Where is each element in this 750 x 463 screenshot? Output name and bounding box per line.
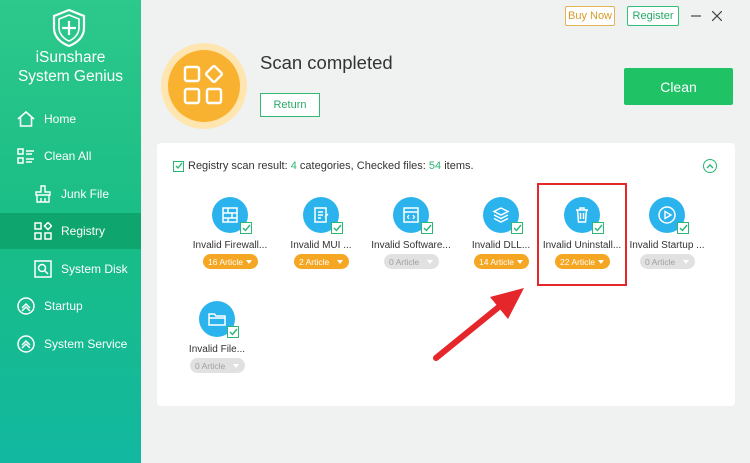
category-checkbox[interactable] [677,222,689,234]
sidebar-item-registry[interactable]: Registry [0,213,141,249]
sidebar-item-label: Startup [44,299,83,313]
files-count: 54 [428,160,442,172]
article-count-dropdown[interactable]: 0 Article [640,254,695,269]
sidebar-item-home[interactable]: Home [0,101,141,137]
dropdown-arrow-icon [427,260,433,264]
sidebar-item-system-service[interactable]: System Service [0,326,141,362]
return-button[interactable]: Return [260,93,320,117]
article-count: 0 Article [195,360,226,371]
category-checkbox[interactable] [421,222,433,234]
category-name: Invalid MUI ... [290,240,352,251]
junk-file-icon [33,184,53,204]
article-count-dropdown[interactable]: 2 Article [294,254,349,269]
category-checkbox[interactable] [240,222,252,234]
register-button[interactable]: Register [627,6,679,26]
sidebar-item-junk-file[interactable]: Junk File [0,176,141,212]
dropdown-arrow-icon [517,260,523,264]
article-count-dropdown[interactable]: 0 Article [190,358,245,373]
sidebar-item-label: Home [44,112,77,126]
sidebar-item-label: System Service [44,337,128,351]
category-checkbox[interactable] [331,222,343,234]
category-name: Invalid Software... [371,240,451,251]
minimize-icon[interactable] [687,6,705,26]
article-count: 0 Article [645,256,676,267]
system-disk-icon [33,259,53,279]
clean-all-icon [16,146,36,166]
category-checkbox[interactable] [511,222,523,234]
category-invalid-startup[interactable]: Invalid Startup ... 0 Article [622,197,712,277]
registry-icon [33,221,53,241]
category-invalid-dll[interactable]: Invalid DLL... 14 Article [456,197,546,277]
sidebar-item-system-disk[interactable]: System Disk [0,251,141,287]
dropdown-arrow-icon [233,364,239,368]
categories-count: 4 [290,160,297,172]
scan-status-icon [168,50,240,122]
registry-grid-icon [183,64,224,105]
app-logo-shield-icon [52,8,86,48]
annotation-highlight-box [537,183,627,286]
select-all-checkbox[interactable] [173,160,184,172]
dropdown-arrow-icon [683,260,689,264]
dropdown-arrow-icon [246,260,252,264]
app-name-line1: iSunshare [35,49,106,66]
article-count: 14 Article [479,256,514,267]
collapse-chevron-up-icon[interactable] [703,159,717,173]
files-text: items. [444,160,474,172]
startup-icon [16,296,36,316]
sidebar-item-label: Registry [61,224,106,238]
sidebar-item-startup[interactable]: Startup [0,288,141,324]
sidebar-item-clean-all[interactable]: Clean All [0,138,141,174]
summary-prefix: Registry scan result: [188,160,288,172]
home-icon [16,109,36,129]
category-invalid-software[interactable]: Invalid Software... 0 Article [366,197,456,277]
app-name-line2: System Genius [17,68,124,85]
category-invalid-mui[interactable]: Invalid MUI ... 2 Article [276,197,366,277]
system-service-icon [16,334,36,354]
sidebar: iSunshare System Genius Home Clean All J… [0,0,141,463]
category-name: Invalid Startup ... [629,240,705,251]
clean-button[interactable]: Clean [624,68,733,105]
dropdown-arrow-icon [337,260,343,264]
article-count-dropdown[interactable]: 0 Article [384,254,439,269]
scan-summary: Registry scan result: 4 categories, Chec… [173,160,474,172]
close-icon[interactable] [708,6,726,26]
article-count: 16 Article [208,256,243,267]
category-checkbox[interactable] [227,326,239,338]
annotation-arrow-icon [433,288,524,361]
category-name: Invalid Firewall... [192,240,268,251]
sidebar-item-label: Clean All [44,149,92,163]
article-count-dropdown[interactable]: 14 Article [474,254,529,269]
article-count: 2 Article [299,256,330,267]
scan-title: Scan completed [260,52,393,73]
main-content: Buy Now Register Scan completed Return C… [141,0,750,463]
category-name: Invalid File... [188,344,246,355]
category-name: Invalid DLL... [471,240,531,251]
category-invalid-file[interactable]: Invalid File... 0 Article [172,301,262,381]
category-invalid-firewall[interactable]: Invalid Firewall... 16 Article [185,197,275,277]
buy-now-button[interactable]: Buy Now [565,6,615,26]
categories-text: categories, Checked files: [299,160,426,172]
sidebar-item-label: Junk File [61,187,110,201]
article-count: 0 Article [389,256,420,267]
sidebar-item-label: System Disk [61,262,128,276]
article-count-dropdown[interactable]: 16 Article [203,254,258,269]
